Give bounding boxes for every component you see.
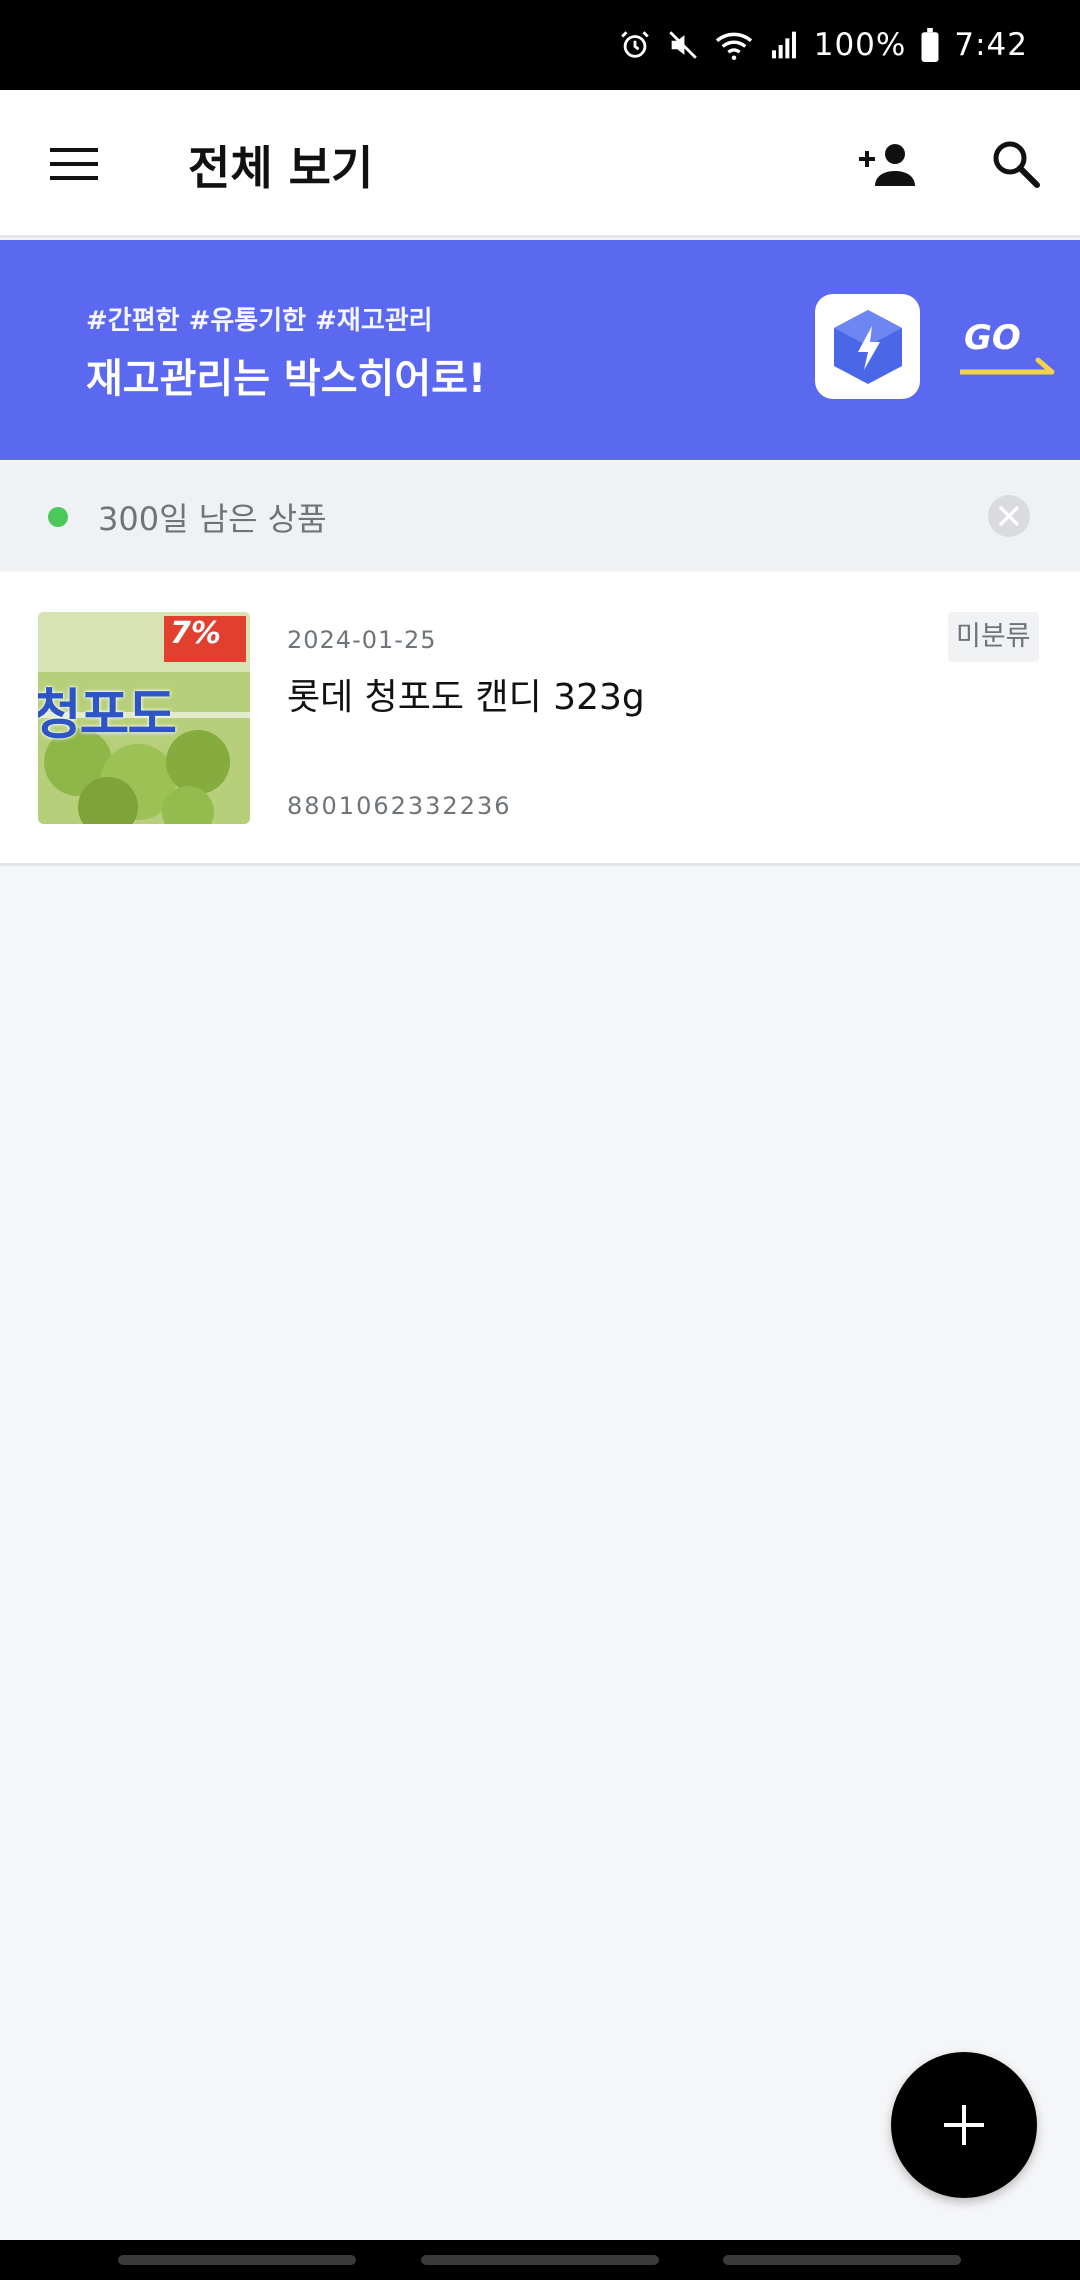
battery-percent: 100% [813, 27, 907, 63]
filter-bar: 300일 남은 상품 [0, 462, 1080, 570]
mute-icon [668, 31, 697, 59]
clear-filter-button[interactable] [988, 495, 1030, 537]
thumbnail-text: 청포도 [38, 683, 177, 746]
menu-button[interactable] [34, 124, 114, 204]
promo-banner[interactable]: #간편한 #유통기한 #재고관리 재고관리는 박스히어로! GO [0, 240, 1080, 460]
boxhero-logo-icon [833, 309, 902, 384]
status-dot [48, 507, 68, 527]
add-person-icon [859, 144, 915, 186]
plus-icon [944, 2105, 984, 2145]
menu-icon [50, 148, 98, 180]
banner-headline: 재고관리는 박스히어로! [86, 356, 487, 402]
item-barcode: 8801062332236 [287, 792, 512, 820]
search-icon [993, 141, 1040, 188]
nav-handle-left[interactable] [118, 2255, 356, 2265]
thumbnail-badge: 7% [170, 616, 221, 651]
filter-label: 300일 남은 상품 [98, 500, 327, 538]
page-title: 전체 보기 [188, 141, 374, 195]
status-bar: 100% 7:42 [0, 0, 1080, 90]
item-date: 2024-01-25 [287, 626, 437, 654]
battery-icon [921, 28, 939, 62]
wifi-icon [715, 32, 752, 61]
list-item[interactable]: 7% 청포도 2024-01-25 롯데 청포도 캔디 323g 8801062… [0, 572, 1080, 866]
signal-icon [771, 31, 796, 59]
item-name: 롯데 청포도 캔디 323g [287, 677, 645, 718]
system-nav-bar [0, 2240, 1080, 2280]
go-link[interactable]: GO [960, 318, 1056, 378]
close-icon [999, 506, 1019, 526]
nav-handle-right[interactable] [723, 2255, 961, 2265]
go-label: GO [964, 318, 1021, 358]
app-logo [815, 294, 920, 399]
arrow-right-icon [960, 357, 1055, 375]
clock: 7:42 [954, 27, 1028, 63]
alarm-icon [620, 31, 649, 58]
product-thumbnail: 7% 청포도 [38, 612, 250, 824]
status-icons: 100% 7:42 [618, 22, 1028, 68]
banner-tags: #간편한 #유통기한 #재고관리 [86, 306, 433, 336]
category-badge: 미분류 [948, 612, 1039, 662]
nav-handle-center[interactable] [421, 2255, 659, 2265]
add-user-button[interactable] [848, 124, 928, 204]
search-button[interactable] [976, 124, 1056, 204]
app-bar: 전체 보기 [0, 90, 1080, 238]
add-item-button[interactable] [891, 2052, 1037, 2198]
